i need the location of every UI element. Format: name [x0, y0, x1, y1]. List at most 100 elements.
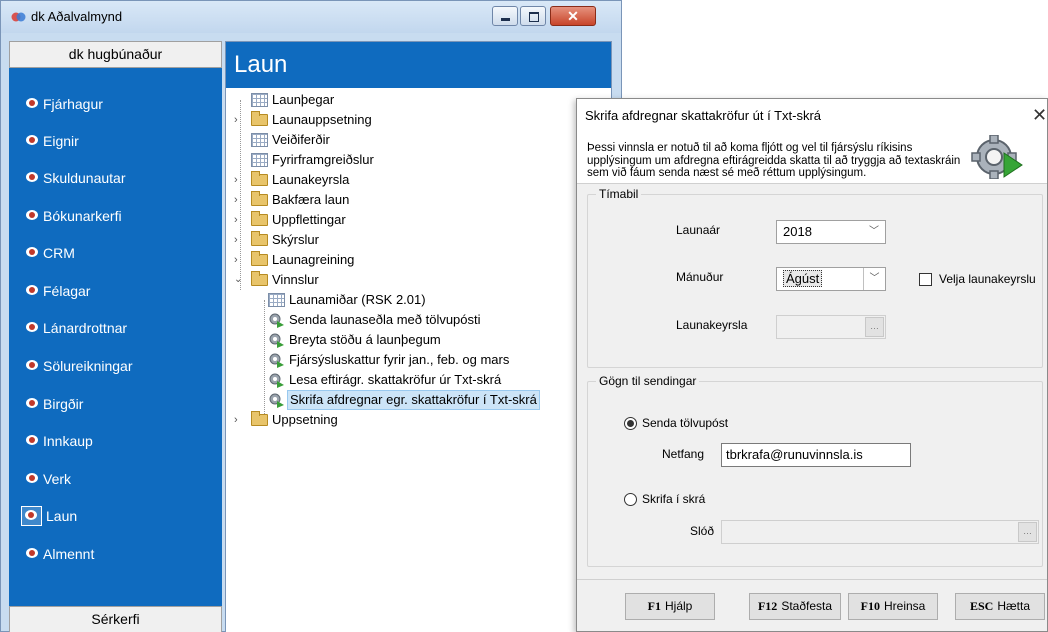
chevron-right-icon: ›	[234, 194, 238, 206]
eye-icon	[25, 510, 37, 520]
select-runs-label: Velja launakeyrslu	[939, 272, 1036, 286]
sidebar-item-label: Innkaup	[43, 433, 93, 449]
folder-icon	[251, 171, 268, 186]
month-label: Mánuður	[676, 270, 724, 284]
screen: dk Aðalvalmynd ✕ dk hugbúnaður Fjárhagur…	[0, 0, 1048, 632]
sidebar-header[interactable]: dk hugbúnaður	[9, 41, 222, 68]
send-group-title: Gögn til sendingar	[596, 374, 700, 388]
tree-item-label: Lesa eftirágr. skattakröfur úr Txt-skrá	[289, 372, 502, 387]
sidebar-item-lanardrottnar[interactable]: Lánardrottnar	[9, 316, 222, 340]
eye-icon	[26, 210, 38, 220]
file-radio[interactable]	[624, 493, 637, 506]
clear-key: F10	[860, 599, 880, 613]
grid-icon	[251, 153, 268, 167]
select-runs-checkbox[interactable]	[919, 273, 932, 286]
clear-label: Hreinsa	[883, 599, 926, 613]
confirm-button[interactable]: F12 Staðfesta	[749, 593, 841, 620]
folder-icon	[251, 411, 268, 426]
eye-icon	[26, 322, 38, 332]
sidebar-item-label: Fjárhagur	[43, 96, 103, 112]
period-group-title: Tímabil	[596, 187, 642, 201]
folder-icon	[251, 191, 268, 206]
eye-icon	[26, 473, 38, 483]
folder-icon	[251, 231, 268, 246]
chevron-right-icon: ›	[234, 234, 238, 246]
minimize-button[interactable]	[492, 6, 518, 26]
tree-item-label: Fyrirframgreiðslur	[272, 152, 374, 167]
sidebar-item-verk[interactable]: Verk	[9, 467, 222, 491]
sidebar-item-laun[interactable]: Laun	[9, 504, 222, 528]
sidebar-item-label: Almennt	[43, 546, 95, 562]
dialog-title: Skrifa afdregnar skattakröfur út í Txt-s…	[585, 108, 822, 123]
sidebar-item-almennt[interactable]: Almennt	[9, 542, 222, 566]
sidebar-footer-button[interactable]: Sérkerfi	[9, 606, 222, 632]
email-field[interactable]: tbrkrafa@runuvinnsla.is	[721, 443, 911, 467]
tree-item-label: Vinnslur	[272, 272, 319, 287]
folder-open-icon	[251, 271, 268, 286]
sidebar-item-label: Lánardrottnar	[43, 320, 128, 336]
gear-icon	[269, 313, 284, 328]
chevron-right-icon: ›	[234, 174, 238, 186]
sidebar: dk hugbúnaður Fjárhagur Eignir Skuldunau…	[9, 41, 222, 632]
gear-icon	[269, 393, 284, 408]
gear-icon	[269, 373, 284, 388]
sidebar-item-solureikningar[interactable]: Sölureikningar	[9, 354, 222, 378]
eye-icon	[26, 285, 38, 295]
close-button[interactable]: ✕	[550, 6, 596, 26]
grid-icon	[268, 293, 285, 307]
month-select[interactable]: Ágúst ﹀	[776, 267, 886, 291]
dialog-title-bar[interactable]: Skrifa afdregnar skattakröfur út í Txt-s…	[577, 99, 1047, 132]
sidebar-item-label: Félagar	[43, 283, 91, 299]
email-option-label: Senda tölvupóst	[642, 416, 729, 430]
sidebar-item-felagar[interactable]: Félagar	[9, 279, 222, 303]
dialog-close-icon[interactable]: ✕	[1032, 104, 1048, 126]
email-radio[interactable]	[624, 417, 637, 430]
sidebar-item-label: Skuldunautar	[43, 170, 126, 186]
sidebar-item-crm[interactable]: CRM	[9, 241, 222, 265]
sidebar-item-label: Bókunarkerfi	[43, 208, 122, 224]
title-bar[interactable]: dk Aðalvalmynd ✕	[1, 1, 621, 33]
eye-icon	[26, 435, 38, 445]
sidebar-item-innkaup[interactable]: Innkaup	[9, 429, 222, 453]
export-dialog: Skrifa afdregnar skattakröfur út í Txt-s…	[576, 98, 1048, 632]
sidebar-item-label: Eignir	[43, 133, 79, 149]
email-label: Netfang	[662, 447, 705, 461]
eye-icon	[26, 548, 38, 558]
folder-icon	[251, 251, 268, 266]
help-label: Hjálp	[664, 599, 693, 613]
tree-item-label: Uppflettingar	[272, 212, 346, 227]
grid-icon	[251, 133, 268, 147]
confirm-label: Staðfesta	[781, 599, 833, 613]
sidebar-item-skuldunautar[interactable]: Skuldunautar	[9, 166, 222, 190]
tree-item-label: Breyta stöðu á launþegum	[289, 332, 441, 347]
app-logo-icon	[11, 12, 26, 22]
path-field[interactable]: …	[721, 520, 1039, 544]
chevron-right-icon: ›	[234, 214, 238, 226]
sidebar-item-eignir[interactable]: Eignir	[9, 129, 222, 153]
maximize-button[interactable]	[520, 6, 546, 26]
tree-item-label: Senda launaseðla með tölvupósti	[289, 312, 481, 327]
cancel-key: ESC	[969, 599, 994, 613]
dialog-footer: F1 Hjálp F12 Staðfesta F10 Hreinsa ESC Hætta	[577, 579, 1047, 631]
sidebar-item-bokunarkerfi[interactable]: Bókunarkerfi	[9, 204, 222, 228]
help-button[interactable]: F1 Hjálp	[625, 593, 715, 620]
ellipsis-icon: …	[1018, 522, 1037, 542]
sidebar-item-label: Verk	[43, 471, 72, 487]
path-label: Slóð	[690, 524, 715, 538]
folder-icon	[251, 111, 268, 126]
run-picker[interactable]: …	[776, 315, 886, 339]
tree-item-label: Fjársýsluskattur fyrir jan., feb. og mar…	[289, 352, 510, 367]
sidebar-item-label: CRM	[43, 245, 75, 261]
tree-item-label: Uppsetning	[272, 412, 338, 427]
chevron-down-icon: ⌄	[234, 274, 243, 285]
sidebar-item-birgdir[interactable]: Birgðir	[9, 392, 222, 416]
sidebar-item-fjarhagur[interactable]: Fjárhagur	[9, 92, 222, 116]
clear-button[interactable]: F10 Hreinsa	[848, 593, 938, 620]
year-select[interactable]: 2018 ﹀	[776, 220, 886, 244]
help-key: F1	[647, 599, 661, 613]
email-value: tbrkrafa@runuvinnsla.is	[726, 447, 863, 462]
eye-icon	[26, 98, 38, 108]
laun-panel: Laun Launþegar › Launauppsetning Veiðife…	[225, 41, 612, 632]
send-group: Gögn til sendingar Senda tölvupóst Netfa…	[587, 374, 1043, 567]
cancel-button[interactable]: ESC Hætta	[955, 593, 1045, 620]
